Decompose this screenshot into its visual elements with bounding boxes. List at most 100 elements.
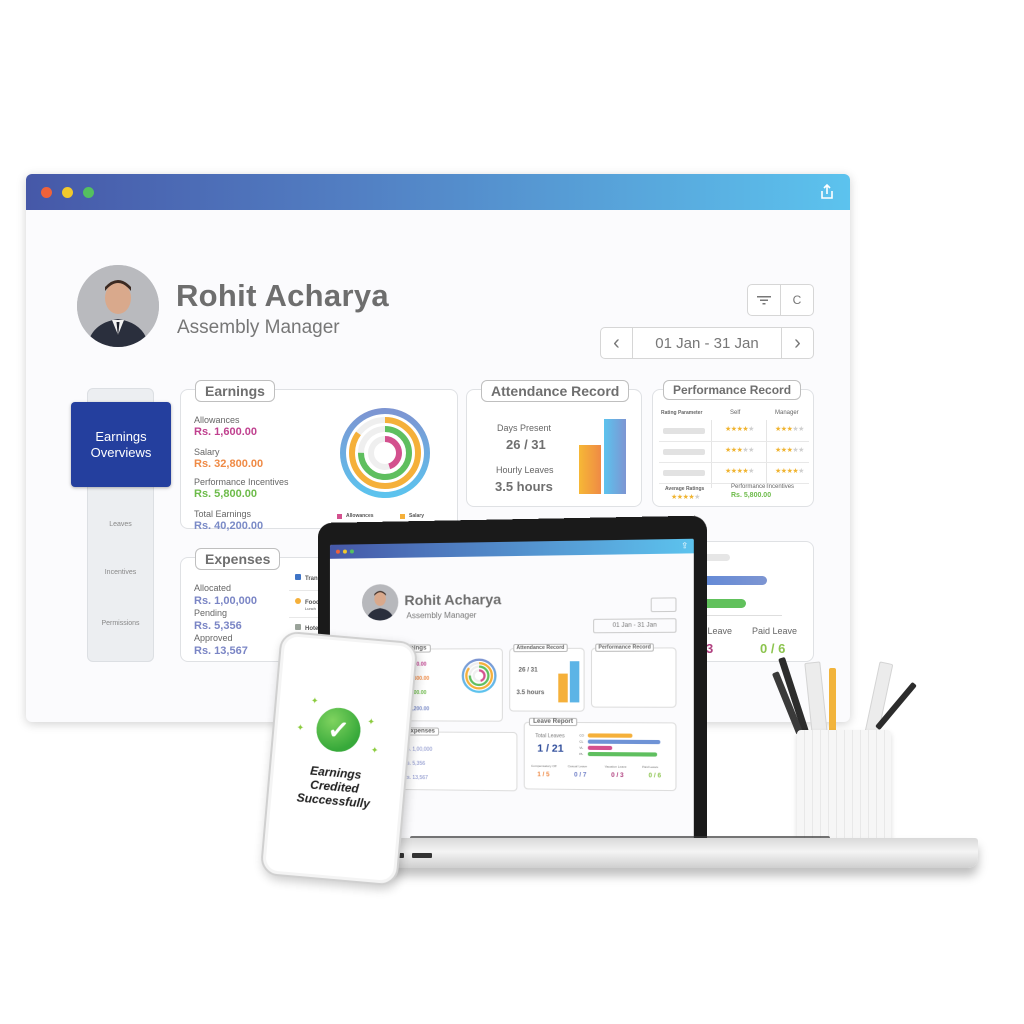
column-divider	[766, 420, 767, 488]
self-rating-stars: ★★★★★	[725, 468, 754, 475]
salary-value: Rs. 32,800.00	[194, 458, 264, 470]
leave-bar-vl	[587, 745, 612, 751]
filter-icon	[757, 296, 771, 305]
minimize-window-button[interactable]	[62, 187, 73, 198]
toolbar-actions: C	[747, 284, 814, 316]
person-photo-icon	[77, 265, 159, 347]
mini-value: 3.5 hours	[516, 690, 545, 697]
leave-bar-pl	[587, 751, 657, 757]
performance-incentives-label: Performance Incentives	[194, 477, 289, 487]
pencil-yellow	[829, 668, 836, 734]
bus-icon	[295, 574, 301, 580]
close-window-button[interactable]	[41, 187, 52, 198]
days-present-bar	[579, 445, 601, 494]
category-label: Tran	[305, 576, 318, 582]
mini-titlebar: ⇪	[329, 538, 694, 559]
share-icon: ⇪	[681, 540, 689, 551]
leave-type-value: 1 / 5	[537, 772, 550, 779]
pending-value: Rs. 5,356	[194, 620, 242, 632]
expense-category-food[interactable]: Food Lunch	[295, 598, 320, 611]
filter-button[interactable]	[748, 285, 780, 315]
manager-header: Manager	[775, 410, 799, 416]
ring-total-earnings	[463, 660, 496, 692]
mini-performance-card: Performance Record	[590, 643, 677, 708]
sidebar-item-earnings-overviews[interactable]: Earnings Overviews	[71, 402, 171, 487]
manager-rating-stars: ★★★★★	[775, 468, 804, 475]
salary-label: Salary	[194, 447, 220, 457]
hourly-leaves-label: Hourly Leaves	[496, 465, 554, 475]
phone: ✦ ✦ ✦ ✦ ✓ Earnings Credited Successfully	[259, 630, 419, 887]
self-rating-stars: ★★★★★	[725, 426, 754, 433]
mini-total-leaves: 1 / 21	[537, 743, 564, 755]
leave-type-label: Vacation Leave	[604, 764, 627, 769]
paid-leave-value: 0 / 6	[760, 641, 786, 656]
perf-incentives-value: Rs. 5,800.00	[731, 492, 772, 499]
mini-employee-name: Rohit Acharya	[404, 590, 502, 609]
maximize-window-button[interactable]	[83, 187, 94, 198]
person-photo-icon	[366, 590, 394, 621]
leave-type-label: Paid Leave	[642, 764, 659, 770]
rating-parameter-placeholder	[663, 449, 705, 455]
previous-period-button[interactable]: ‹	[601, 328, 633, 358]
mini-date-range: 01 Jan - 31 Jan	[593, 618, 677, 634]
row-divider	[659, 462, 809, 463]
average-ratings-label: Average Ratings	[665, 486, 705, 492]
legend-swatch	[337, 513, 342, 519]
hourly-leaves-value: 3.5 hours	[495, 479, 553, 494]
mini-card-title: Leave Report	[528, 717, 578, 727]
rating-parameter-placeholder	[663, 470, 705, 476]
mini-minimize-dot	[342, 549, 347, 554]
legend-label: Salary	[409, 513, 425, 519]
share-icon[interactable]	[818, 183, 836, 201]
mini-bar	[558, 673, 568, 703]
employee-name: Rohit Acharya	[176, 278, 389, 313]
leave-type-value: 0 / 6	[648, 773, 662, 780]
next-period-button[interactable]: ›	[781, 328, 813, 358]
mini-close-dot	[335, 549, 340, 554]
legend-allowances: Allowances	[337, 513, 374, 519]
laptop-base	[368, 838, 978, 868]
self-header: Self	[730, 410, 741, 416]
date-range-picker: ‹ 01 Jan - 31 Jan ›	[600, 327, 814, 359]
mini-leave-report-card: Leave Report Total Leaves 1 / 21 CO CL VL P…	[523, 717, 677, 792]
pending-label: Pending	[194, 608, 228, 618]
date-range-label[interactable]: 01 Jan - 31 Jan	[633, 328, 781, 358]
mini-attendance-card: Attendance Record 26 / 31 3.5 hours	[509, 643, 585, 712]
sparkle-icon: ✦	[366, 716, 376, 727]
leave-bar-label: CL	[579, 739, 584, 744]
row-divider	[659, 441, 809, 442]
leave-bar-cl	[587, 739, 661, 745]
mini-value: Rs. 13,567	[403, 774, 428, 782]
performance-incentives-value: Rs. 5,800.00	[194, 488, 257, 500]
leave-type-value: 0 / 7	[574, 772, 587, 779]
leave-bar-label: PL	[579, 751, 584, 757]
hotel-icon	[295, 624, 301, 630]
sidebar-item-incentives[interactable]: Incentives	[87, 569, 154, 576]
leave-type-label: Casual Leave	[567, 764, 588, 769]
rating-parameter-header: Rating Parameter	[661, 410, 703, 416]
leave-bar-co	[587, 733, 633, 738]
manager-rating-stars: ★★★★★	[775, 426, 804, 433]
mini-bar	[569, 661, 580, 703]
expenses-title: Expenses	[195, 548, 281, 570]
sd-port	[412, 853, 432, 858]
legend-swatch	[400, 513, 405, 519]
earnings-card: Earnings Allowances Rs. 1,600.00 Salary …	[180, 380, 458, 532]
mini-expenses-card: Expenses Rs. 1,00,000 Rs. 5,356 Rs. 13,5…	[396, 727, 518, 792]
total-earnings-value: Rs. 40,200.00	[194, 520, 264, 532]
expense-category-transport[interactable]: Tran	[295, 574, 318, 582]
mini-maximize-dot	[349, 549, 354, 554]
allocated-value: Rs. 1,00,000	[194, 595, 257, 607]
legend-salary: Salary	[400, 513, 424, 519]
vacation-leave-value-partial: 3	[706, 641, 714, 656]
earnings-ring-chart	[340, 408, 430, 498]
earnings-title: Earnings	[195, 380, 275, 402]
check-circle-icon: ✓	[314, 706, 363, 754]
allocated-label: Allocated	[194, 583, 232, 593]
sparkle-icon: ✦	[296, 722, 305, 733]
refresh-button[interactable]: C	[780, 285, 813, 315]
sidebar-item-permissions[interactable]: Permissions	[87, 620, 154, 627]
performance-card: Performance Record Rating Parameter Self…	[652, 380, 814, 507]
mini-toolbar	[650, 597, 677, 613]
sidebar-item-leaves[interactable]: Leaves	[87, 521, 154, 528]
